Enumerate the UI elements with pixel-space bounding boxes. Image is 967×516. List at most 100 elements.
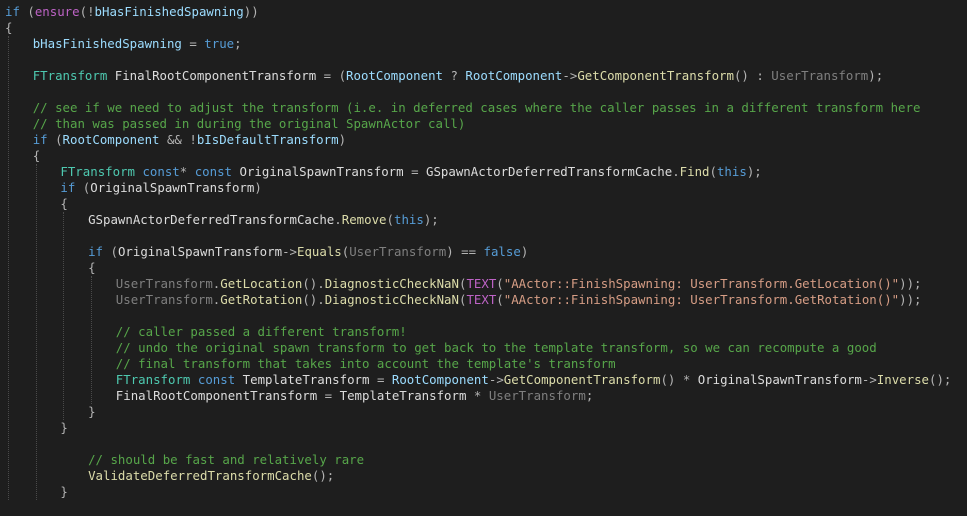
code-token: ( [496, 276, 504, 291]
code-line[interactable]: FTransform FinalRootComponentTransform =… [33, 68, 884, 84]
code-line[interactable]: // final transform that takes into accou… [116, 356, 616, 372]
code-token: ( [19, 4, 35, 19]
code-line[interactable]: // should be fast and relatively rare [88, 452, 364, 468]
code-token: ); [746, 164, 762, 179]
code-token: ; [234, 36, 242, 51]
code-line[interactable]: UserTransform.GetLocation().DiagnosticCh… [116, 276, 922, 292]
code-token: TEXT [466, 292, 497, 307]
code-token: ? [443, 68, 466, 83]
code-token: GetComponentTransform [503, 372, 661, 387]
indent-guide [8, 36, 9, 500]
code-token: TEXT [466, 276, 497, 291]
code-token: { [88, 260, 96, 275]
code-line[interactable]: UserTransform.GetRotation().DiagnosticCh… [116, 292, 922, 308]
code-token: = [317, 388, 340, 403]
code-token: = ( [316, 68, 347, 83]
code-token: . [334, 212, 342, 227]
code-line[interactable]: ValidateDeferredTransformCache(); [88, 468, 334, 484]
code-token: // final transform that takes into accou… [115, 356, 616, 371]
code-token: * [179, 164, 195, 179]
code-token: ( [47, 132, 63, 147]
code-token: RootComponent [465, 68, 563, 83]
code-line[interactable]: } [88, 404, 95, 420]
code-token: OriginalSpawnTransform [90, 180, 255, 195]
code-token: () * [660, 372, 698, 387]
code-token: )); [899, 276, 922, 291]
code-line[interactable]: FTransform const TemplateTransform = Roo… [116, 372, 952, 388]
code-line[interactable]: } [60, 484, 67, 500]
code-token: && ! [159, 132, 197, 147]
code-token: -> [861, 372, 877, 387]
code-token: bIsDefaultTransform [196, 132, 339, 147]
indent-guide [91, 276, 93, 404]
code-line[interactable]: if (RootComponent && !bIsDefaultTransfor… [33, 132, 346, 148]
code-line[interactable]: // undo the original spawn transform to … [116, 340, 877, 356]
code-token: * [466, 388, 489, 403]
code-token: if [32, 132, 48, 147]
code-line[interactable]: GSpawnActorDeferredTransformCache.Remove… [88, 212, 439, 228]
code-token: DiagnosticCheckNaN [324, 276, 459, 291]
code-token: ( [496, 292, 504, 307]
code-token: bHasFinishedSpawning [94, 4, 244, 19]
code-line[interactable]: if (OriginalSpawnTransform->Equals(UserT… [88, 244, 528, 260]
code-token: UserTransform [115, 292, 213, 307]
code-line[interactable]: FTransform const* const OriginalSpawnTra… [60, 164, 761, 180]
code-token: -> [488, 372, 504, 387]
code-editor[interactable]: if (ensure(!bHasFinishedSpawning)){bHasF… [0, 0, 967, 516]
code-token: // than was passed in during the origina… [32, 116, 466, 131]
code-token: if [88, 244, 104, 259]
code-token: FTransform [60, 164, 135, 179]
code-token: UserTransform [488, 388, 586, 403]
code-token: RootComponent [391, 372, 489, 387]
code-line[interactable]: bHasFinishedSpawning = true; [33, 36, 242, 52]
code-token: const [194, 164, 233, 179]
indent-guide [35, 164, 37, 500]
code-line[interactable]: // caller passed a different transform! [116, 324, 407, 340]
code-token: this [393, 212, 424, 227]
code-token: )) [243, 4, 259, 19]
code-token: "AActor::FinishSpawning: UserTransform.G… [503, 276, 900, 291]
code-token: FinalRootComponentTransform [114, 68, 317, 83]
code-token: ) [338, 132, 347, 147]
code-token: TemplateTransform [339, 388, 467, 403]
code-token: false [483, 244, 521, 259]
code-line[interactable]: FinalRootComponentTransform = TemplateTr… [116, 388, 593, 404]
code-token: ); [423, 212, 439, 227]
code-token: ( [709, 164, 717, 179]
code-token: () : [733, 68, 772, 83]
code-token: Find [679, 164, 710, 179]
code-token: if [60, 180, 76, 195]
code-line[interactable]: if (ensure(!bHasFinishedSpawning)) [5, 4, 259, 20]
code-token: ) [520, 244, 529, 259]
code-line[interactable]: } [60, 420, 67, 436]
code-token: (); [311, 468, 335, 483]
code-token: (! [79, 4, 95, 19]
code-token: DiagnosticCheckNaN [324, 292, 459, 307]
code-line[interactable]: { [5, 20, 12, 36]
code-token: OriginalSpawnTransform [117, 244, 283, 259]
code-token: UserTransform [115, 276, 213, 291]
code-line[interactable]: { [88, 260, 95, 276]
code-token: ) == [446, 244, 484, 259]
code-line[interactable]: { [60, 196, 67, 212]
code-token: FTransform [115, 372, 191, 387]
code-token: ( [386, 212, 394, 227]
code-line[interactable]: // than was passed in during the origina… [33, 116, 466, 132]
code-token: // see if we need to adjust the transfor… [32, 100, 921, 115]
code-token: = [403, 164, 426, 179]
code-token: "AActor::FinishSpawning: UserTransform.G… [503, 292, 900, 307]
code-token: const [197, 372, 236, 387]
code-token: GetLocation [220, 276, 303, 291]
code-token: RootComponent [346, 68, 444, 83]
code-token: GetComponentTransform [577, 68, 734, 83]
code-token: ValidateDeferredTransformCache [88, 468, 312, 483]
code-token: { [32, 148, 41, 163]
code-token: ( [75, 180, 91, 195]
code-token: OriginalSpawnTransform [697, 372, 862, 387]
code-line[interactable]: if (OriginalSpawnTransform) [60, 180, 261, 196]
code-line[interactable]: { [33, 148, 40, 164]
code-line[interactable]: // see if we need to adjust the transfor… [33, 100, 921, 116]
code-token: ( [103, 244, 118, 259]
